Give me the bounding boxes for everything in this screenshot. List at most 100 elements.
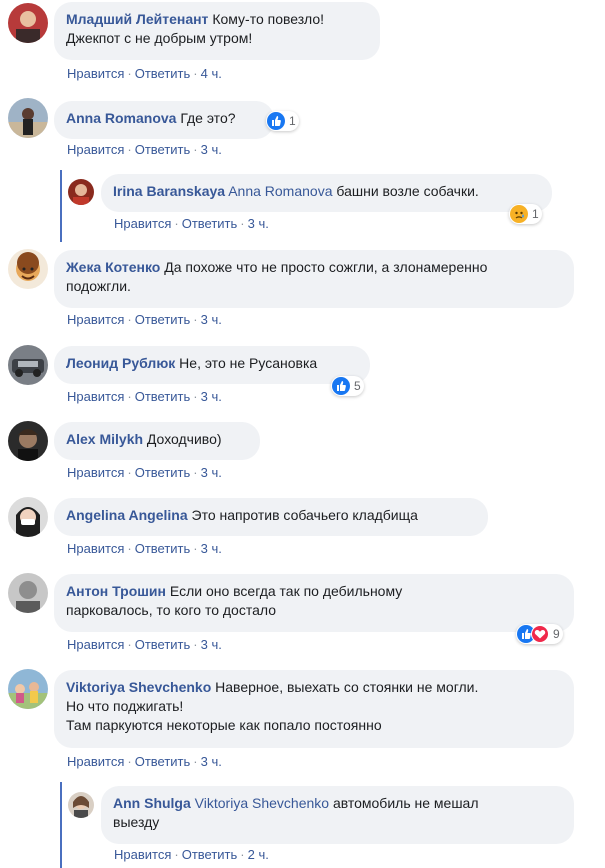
like-button[interactable]: Нравится — [67, 754, 124, 769]
reply-button[interactable]: Ответить — [135, 389, 191, 404]
author-name[interactable]: Леонид Рублюк — [66, 355, 175, 371]
avatar[interactable] — [8, 3, 48, 43]
reactions-count[interactable]: 5 — [331, 376, 364, 396]
author-name[interactable]: Alex Milykh — [66, 431, 143, 447]
comment-text: парковалось, то кого то достало — [66, 602, 276, 618]
avatar[interactable] — [8, 421, 48, 461]
timestamp[interactable]: 3 ч. — [201, 142, 222, 157]
separator: · — [193, 465, 198, 480]
like-button[interactable]: Нравится — [67, 465, 124, 480]
avatar[interactable] — [8, 345, 48, 385]
author-name[interactable]: Angelina Angelina — [66, 507, 188, 523]
timestamp[interactable]: 3 ч. — [201, 637, 222, 652]
reply-button[interactable]: Ответить — [182, 847, 238, 862]
separator: · — [193, 541, 198, 556]
avatar[interactable] — [8, 573, 48, 613]
author-name[interactable]: Irina Baranskaya — [113, 183, 225, 199]
comment-bubble: Младший Лейтенант Кому-то повезло! Джекп… — [54, 2, 380, 60]
comment-actions: Нравится · Ответить · 2 ч. — [114, 847, 269, 862]
mention-link[interactable]: Anna Romanova — [228, 183, 332, 199]
author-name[interactable]: Anna Romanova — [66, 110, 176, 126]
avatar[interactable] — [68, 792, 94, 818]
comment-text: Наверное, выехать со стоянки не могли. — [215, 679, 479, 695]
comment-actions: Нравится · Ответить · 3 ч. — [114, 216, 269, 231]
mention-link[interactable]: Viktoriya Shevchenko — [195, 795, 329, 811]
timestamp[interactable]: 3 ч. — [201, 389, 222, 404]
separator: · — [127, 754, 132, 769]
reply-button[interactable]: Ответить — [135, 465, 191, 480]
like-button[interactable]: Нравится — [67, 142, 124, 157]
reply-button[interactable]: Ответить — [135, 312, 191, 327]
comment-bubble: Alex Milykh Доходчиво) — [54, 422, 260, 460]
comment-text: Но что поджигать! — [66, 698, 184, 714]
like-button[interactable]: Нравится — [67, 637, 124, 652]
comment-text: Если оно всегда так по дебильному — [169, 583, 403, 599]
separator: · — [127, 312, 132, 327]
comment-actions: Нравится · Ответить · 3 ч. — [67, 465, 222, 480]
comment-actions: Нравится · Ответить · 3 ч. — [67, 637, 222, 652]
reply-button[interactable]: Ответить — [135, 754, 191, 769]
author-name[interactable]: Антон Трошин — [66, 583, 166, 599]
reactions-count[interactable]: 9 — [516, 624, 563, 644]
comment-bubble: Viktoriya Shevchenko Наверное, выехать с… — [54, 670, 574, 748]
separator: · — [193, 637, 198, 652]
reaction-number: 1 — [289, 114, 296, 128]
avatar[interactable] — [68, 179, 94, 205]
reactions-count[interactable]: 1 — [266, 111, 299, 131]
separator: · — [127, 465, 132, 480]
separator: · — [240, 847, 245, 862]
reply-button[interactable]: Ответить — [182, 216, 238, 231]
separator: · — [127, 389, 132, 404]
avatar[interactable] — [8, 669, 48, 709]
comment-bubble: Anna Romanova Где это? — [54, 101, 274, 139]
timestamp[interactable]: 2 ч. — [248, 847, 269, 862]
like-button[interactable]: Нравится — [114, 216, 171, 231]
avatar[interactable] — [8, 249, 48, 289]
comment-actions: Нравится · Ответить · 3 ч. — [67, 312, 222, 327]
author-name[interactable]: Жека Котенко — [66, 259, 160, 275]
separator: · — [193, 389, 198, 404]
author-name[interactable]: Viktoriya Shevchenko — [66, 679, 211, 695]
timestamp[interactable]: 3 ч. — [201, 754, 222, 769]
separator: · — [193, 142, 198, 157]
sad-reaction-icon — [510, 205, 528, 223]
separator: · — [127, 142, 132, 157]
reply-button[interactable]: Ответить — [135, 142, 191, 157]
comment-bubble: Angelina Angelina Это напротив собачьего… — [54, 498, 488, 536]
comment-text: подожгли. — [66, 278, 131, 294]
like-button[interactable]: Нравится — [67, 66, 124, 81]
comment-text: Да похоже что не просто сожгли, а злонам… — [164, 259, 488, 275]
like-reaction-icon — [267, 112, 285, 130]
comment-actions: Нравится · Ответить · 3 ч. — [67, 541, 222, 556]
timestamp[interactable]: 3 ч. — [201, 465, 222, 480]
reply-button[interactable]: Ответить — [135, 541, 191, 556]
reaction-number: 9 — [553, 627, 560, 641]
reply-thread-line — [60, 170, 62, 242]
comment-text: башни возле собачки. — [336, 183, 479, 199]
comment-bubble: Леонид Рублюк Не, это не Русановка — [54, 346, 370, 384]
timestamp[interactable]: 3 ч. — [248, 216, 269, 231]
timestamp[interactable]: 3 ч. — [201, 312, 222, 327]
reply-button[interactable]: Ответить — [135, 637, 191, 652]
author-name[interactable]: Младший Лейтенант — [66, 11, 208, 27]
reply-button[interactable]: Ответить — [135, 66, 191, 81]
comment-bubble: Irina Baranskaya Anna Romanova башни воз… — [101, 174, 552, 212]
like-button[interactable]: Нравится — [67, 389, 124, 404]
author-name[interactable]: Ann Shulga — [113, 795, 191, 811]
reaction-number: 1 — [532, 207, 539, 221]
separator: · — [127, 541, 132, 556]
love-reaction-icon — [531, 625, 549, 643]
reaction-number: 5 — [354, 379, 361, 393]
like-button[interactable]: Нравится — [67, 541, 124, 556]
like-button[interactable]: Нравится — [67, 312, 124, 327]
reactions-count[interactable]: 1 — [509, 204, 542, 224]
timestamp[interactable]: 4 ч. — [201, 66, 222, 81]
avatar[interactable] — [8, 497, 48, 537]
like-button[interactable]: Нравится — [114, 847, 171, 862]
comment-text: Там паркуются некоторые как попало посто… — [66, 717, 382, 733]
comment-actions: Нравится · Ответить · 3 ч. — [67, 389, 222, 404]
comment-text: автомобиль не мешал — [332, 795, 479, 811]
timestamp[interactable]: 3 ч. — [201, 541, 222, 556]
separator: · — [174, 847, 179, 862]
avatar[interactable] — [8, 98, 48, 138]
